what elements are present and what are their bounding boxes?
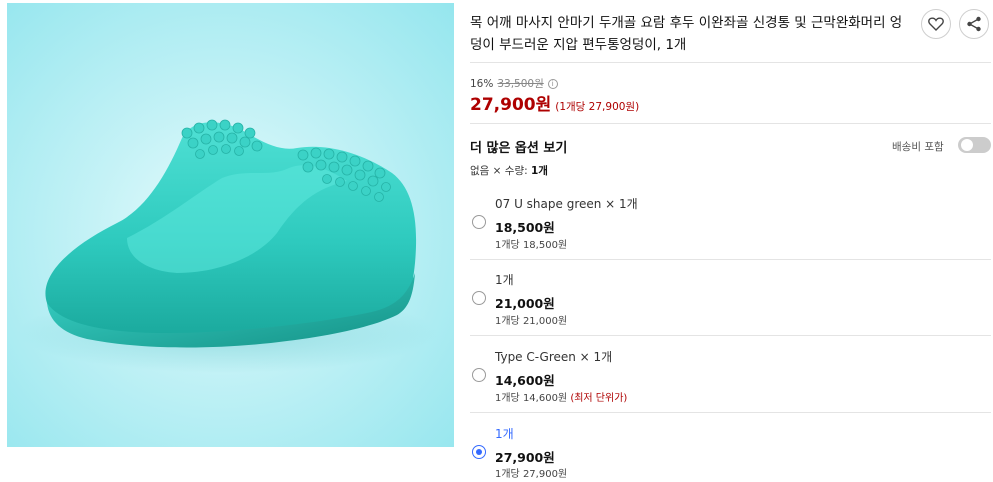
option-name: 1개	[495, 273, 514, 287]
option-name: 07 U shape green × 1개	[495, 197, 638, 211]
wishlist-button[interactable]	[921, 9, 951, 39]
option-price: 21,000원	[495, 296, 555, 311]
divider	[470, 123, 991, 124]
option-filter-summary: 없음 × 수량: 1개	[470, 163, 548, 178]
lowest-unit-price-badge: (최저 단위가)	[570, 393, 628, 404]
option-radio[interactable]	[472, 215, 486, 229]
option-radio[interactable]	[472, 291, 486, 305]
divider	[470, 335, 991, 336]
shipping-include-toggle[interactable]	[958, 137, 991, 153]
product-image	[7, 3, 454, 447]
option-item[interactable]: Type C-Green × 1개 14,600원 1개당 14,600원 (최…	[470, 342, 991, 412]
option-price: 14,600원	[495, 373, 555, 388]
option-name: 1개	[495, 427, 514, 441]
option-price: 18,500원	[495, 220, 555, 235]
divider	[470, 412, 991, 413]
filter-prefix: 없음 × 수량:	[470, 165, 528, 177]
option-name: Type C-Green × 1개	[495, 350, 613, 364]
product-info-panel: 목 어깨 마사지 안마기 두개골 요람 후두 이완좌골 신경통 및 근막완화머리…	[470, 0, 993, 482]
original-price: 33,500원	[497, 78, 544, 90]
info-icon[interactable]: i	[547, 78, 558, 89]
toggle-knob	[961, 139, 973, 151]
option-radio-selected[interactable]	[472, 445, 486, 459]
option-unit-price: 1개당 21,000원	[495, 312, 567, 327]
option-price: 27,900원	[495, 450, 555, 465]
product-title: 목 어깨 마사지 안마기 두개골 요람 후두 이완좌골 신경통 및 근막완화머리…	[470, 15, 903, 53]
option-item[interactable]: 1개 21,000원 1개당 21,000원	[470, 265, 991, 335]
option-unit-price: 1개당 27,900원	[495, 465, 567, 480]
option-unit-text: 1개당 18,500원	[495, 240, 568, 251]
share-button[interactable]	[959, 9, 989, 39]
option-item[interactable]: 07 U shape green × 1개 18,500원 1개당 18,500…	[470, 189, 991, 259]
filter-value: 1개	[531, 165, 548, 177]
more-options-title: 더 많은 옵션 보기	[470, 141, 568, 156]
shipping-toggle-label: 배송비 포함	[892, 141, 944, 153]
final-price: 27,900원	[470, 95, 552, 115]
option-radio[interactable]	[472, 368, 486, 382]
option-item-selected[interactable]: 1개 27,900원 1개당 27,900원	[470, 419, 991, 482]
option-unit-price: 1개당 18,500원	[495, 236, 567, 251]
option-unit-text: 1개당 21,000원	[495, 316, 568, 327]
share-icon	[967, 16, 981, 32]
option-unit-text: 1개당 14,600원	[495, 393, 568, 404]
original-price-row: 16% 33,500원 i	[470, 76, 558, 91]
unit-price: (1개당 27,900원)	[555, 101, 640, 113]
divider	[470, 259, 991, 260]
option-unit-text: 1개당 27,900원	[495, 469, 568, 480]
product-illustration	[17, 119, 437, 373]
option-unit-price: 1개당 14,600원 (최저 단위가)	[495, 389, 627, 404]
final-price-row: 27,900원 (1개당 27,900원)	[470, 90, 639, 115]
discount-rate: 16%	[470, 77, 494, 90]
heart-icon	[928, 17, 944, 31]
divider	[470, 62, 991, 63]
